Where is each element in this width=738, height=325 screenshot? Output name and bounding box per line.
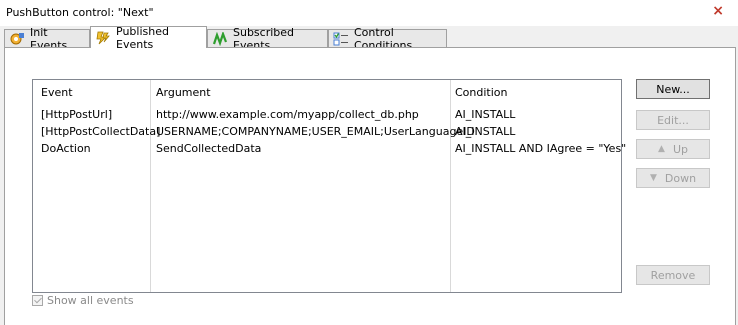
column-header-condition[interactable]: Condition (455, 86, 508, 99)
down-button[interactable]: ▼ Down (636, 168, 710, 188)
condition-cell: AI_INSTALL (455, 108, 516, 121)
checkbox-checked-icon[interactable] (32, 295, 43, 306)
edit-button[interactable]: Edit... (636, 110, 710, 130)
gear-events-icon (9, 32, 25, 46)
tab-strip: Init Events Published Events Subscribed … (0, 24, 738, 52)
event-cell: DoAction (41, 142, 91, 155)
argument-cell: http://www.example.com/myapp/collect_db.… (156, 108, 419, 121)
checklist-icon (333, 32, 349, 46)
argument-cell: USERNAME;COMPANYNAME;USER_EMAIL;UserLang… (156, 125, 475, 138)
event-cell: [HttpPostUrl] (41, 108, 113, 121)
column-separator (150, 80, 151, 292)
column-header-argument[interactable]: Argument (156, 86, 211, 99)
condition-cell: AI_INSTALL AND IAgree = "Yes" (455, 142, 627, 155)
tab-subscribed-events[interactable]: Subscribed Events (207, 26, 328, 52)
remove-button[interactable]: Remove (636, 265, 710, 285)
condition-cell: AI_INSTALL (455, 125, 516, 138)
new-button-label: New... (656, 82, 690, 96)
window-title-bar: PushButton control: "Next" × (0, 0, 738, 26)
column-header-event[interactable]: Event (41, 86, 73, 99)
green-squiggle-icon (212, 30, 228, 46)
argument-cell: SendCollectedData (156, 142, 262, 155)
new-button[interactable]: New... (636, 79, 710, 99)
up-button[interactable]: ▲ Up (636, 139, 710, 159)
window-title: PushButton control: "Next" (6, 6, 154, 19)
tab-published-events[interactable]: Published Events (90, 24, 207, 51)
tab-init-events[interactable]: Init Events (4, 26, 90, 52)
edit-button-label: Edit... (657, 113, 689, 127)
event-cell: [HttpPostCollectData] (41, 125, 161, 138)
remove-button-label: Remove (650, 268, 696, 282)
arrow-down-icon: ▼ (649, 173, 657, 183)
tab-control-conditions[interactable]: Control Conditions (328, 26, 447, 52)
show-all-events-checkbox[interactable]: Show all events (32, 294, 134, 307)
arrow-up-icon: ▲ (658, 144, 665, 154)
up-button-label: Up (672, 142, 688, 156)
lightning-icon (95, 31, 111, 45)
down-button-label: Down (664, 171, 697, 185)
close-icon[interactable]: × (712, 4, 724, 18)
column-separator (450, 80, 451, 292)
events-table[interactable]: Event Argument Condition [HttpPostUrl] h… (32, 79, 626, 293)
show-all-events-label: Show all events (47, 294, 134, 307)
tab-label: Published Events (116, 24, 169, 51)
